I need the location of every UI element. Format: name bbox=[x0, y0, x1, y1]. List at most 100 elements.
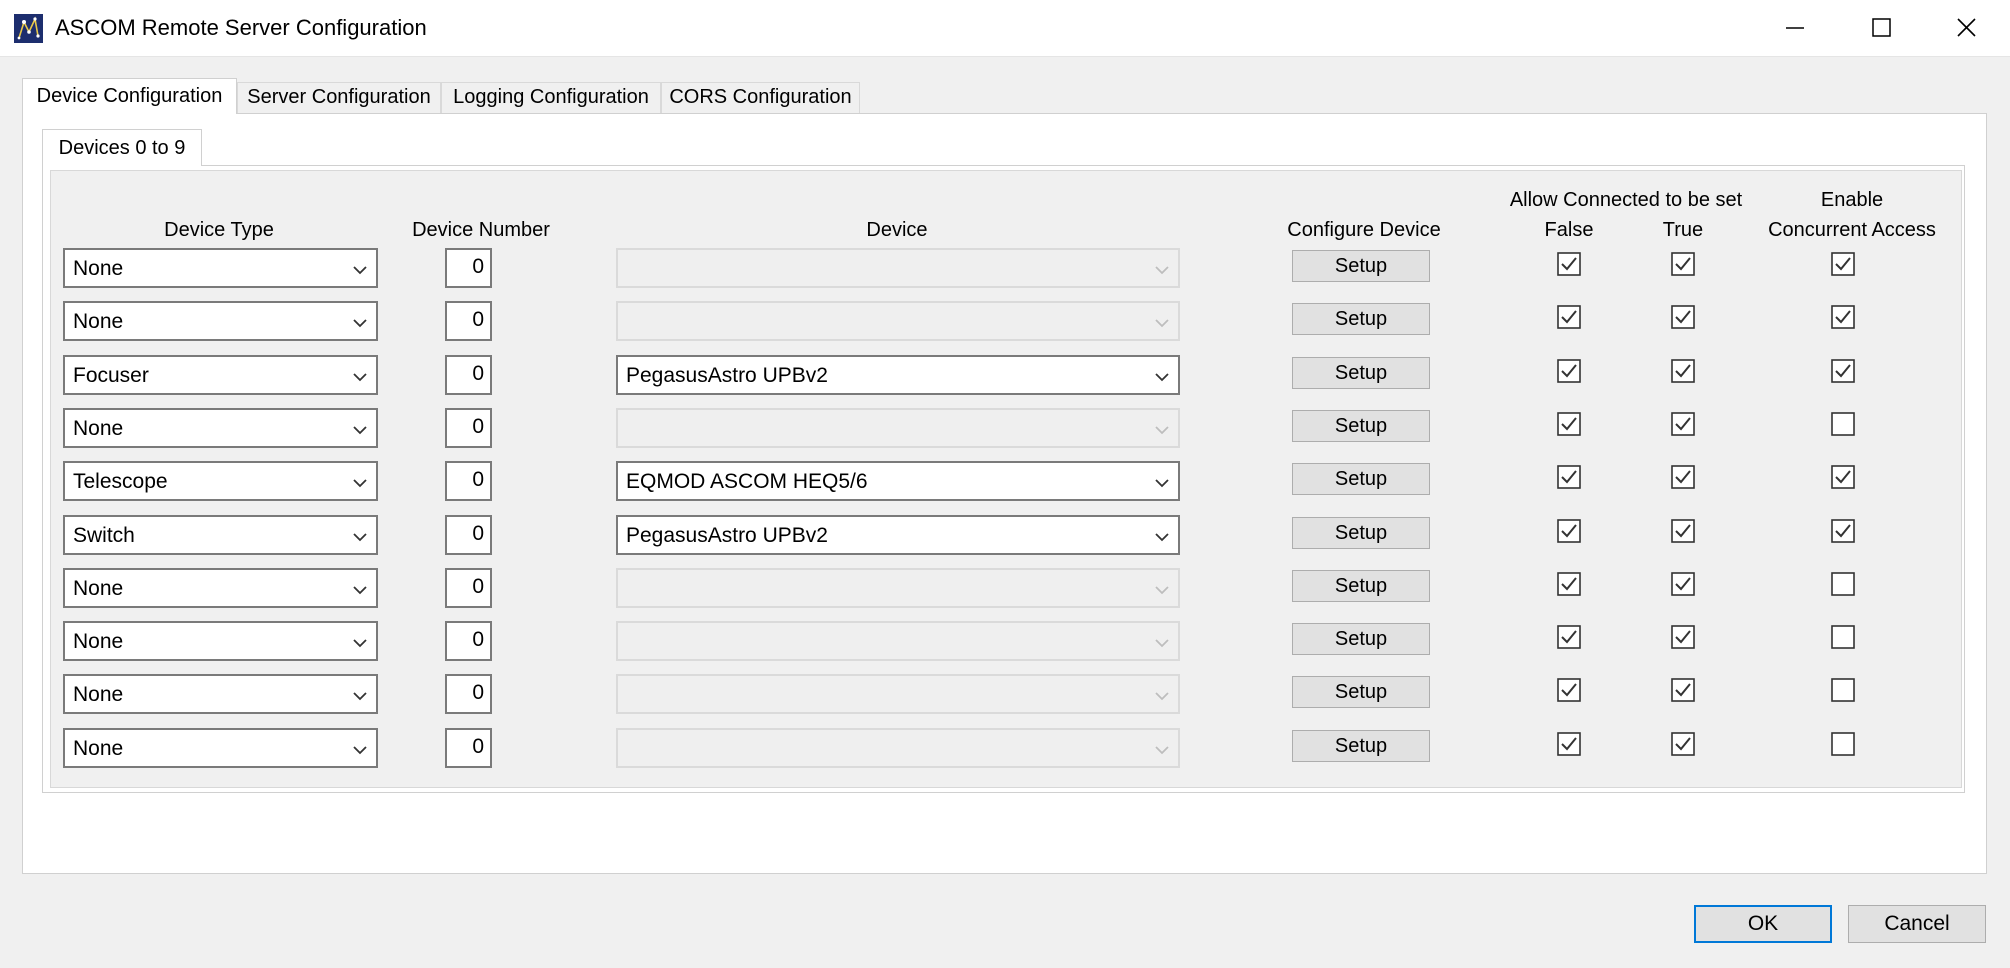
tab-cors-configuration[interactable]: CORS Configuration bbox=[661, 82, 860, 113]
device-number-field[interactable]: 0 bbox=[445, 621, 492, 661]
allow-connected-true-checkbox[interactable] bbox=[1671, 252, 1695, 276]
subtab-devices-0-9[interactable]: Devices 0 to 9 bbox=[42, 129, 202, 166]
setup-button[interactable]: Setup bbox=[1292, 623, 1430, 655]
chevron-down-icon bbox=[350, 633, 370, 653]
device-type-value: None bbox=[73, 630, 124, 653]
chevron-down-icon bbox=[1152, 527, 1172, 547]
close-icon[interactable] bbox=[1924, 0, 2008, 56]
device-select[interactable] bbox=[616, 568, 1180, 608]
device-select[interactable] bbox=[616, 408, 1180, 448]
device-number-field[interactable]: 0 bbox=[445, 355, 492, 395]
device-number-field[interactable]: 0 bbox=[445, 515, 492, 555]
header-concurrent-access: Concurrent Access bbox=[1768, 219, 1936, 241]
setup-button[interactable]: Setup bbox=[1292, 517, 1430, 549]
concurrent-access-checkbox[interactable] bbox=[1831, 305, 1855, 329]
allow-connected-false-checkbox[interactable] bbox=[1557, 359, 1581, 383]
setup-button[interactable]: Setup bbox=[1292, 730, 1430, 762]
concurrent-access-checkbox[interactable] bbox=[1831, 519, 1855, 543]
device-number-field[interactable]: 0 bbox=[445, 408, 492, 448]
tab-device-configuration[interactable]: Device Configuration bbox=[22, 78, 237, 114]
allow-connected-true-checkbox[interactable] bbox=[1671, 732, 1695, 756]
device-type-select[interactable]: Switch bbox=[63, 515, 378, 555]
tab-logging-configuration[interactable]: Logging Configuration bbox=[441, 82, 661, 113]
device-number-field[interactable]: 0 bbox=[445, 301, 492, 341]
ok-button[interactable]: OK bbox=[1694, 905, 1832, 943]
device-number-field[interactable]: 0 bbox=[445, 461, 492, 501]
device-select[interactable] bbox=[616, 728, 1180, 768]
device-type-value: Switch bbox=[73, 524, 135, 547]
device-number-field[interactable]: 0 bbox=[445, 568, 492, 608]
device-value: EQMOD ASCOM HEQ5/6 bbox=[626, 470, 868, 493]
device-type-select[interactable]: None bbox=[63, 568, 378, 608]
device-number-field[interactable]: 0 bbox=[445, 728, 492, 768]
concurrent-access-checkbox[interactable] bbox=[1831, 252, 1855, 276]
allow-connected-false-checkbox[interactable] bbox=[1557, 732, 1581, 756]
device-select[interactable]: PegasusAstro UPBv2 bbox=[616, 355, 1180, 395]
setup-button[interactable]: Setup bbox=[1292, 463, 1430, 495]
device-select[interactable] bbox=[616, 674, 1180, 714]
device-select[interactable] bbox=[616, 301, 1180, 341]
concurrent-access-checkbox[interactable] bbox=[1831, 465, 1855, 489]
chevron-down-icon bbox=[350, 313, 370, 333]
device-number-field[interactable]: 0 bbox=[445, 248, 492, 288]
header-false: False bbox=[1544, 219, 1594, 241]
setup-button[interactable]: Setup bbox=[1292, 570, 1430, 602]
device-select[interactable]: EQMOD ASCOM HEQ5/6 bbox=[616, 461, 1180, 501]
setup-button[interactable]: Setup bbox=[1292, 303, 1430, 335]
device-type-value: None bbox=[73, 577, 124, 600]
setup-button[interactable]: Setup bbox=[1292, 357, 1430, 389]
device-type-select[interactable]: None bbox=[63, 728, 378, 768]
allow-connected-false-checkbox[interactable] bbox=[1557, 572, 1581, 596]
header-configure-device: Configure Device bbox=[1287, 219, 1441, 241]
allow-connected-false-checkbox[interactable] bbox=[1557, 305, 1581, 329]
device-type-select[interactable]: Focuser bbox=[63, 355, 378, 395]
allow-connected-true-checkbox[interactable] bbox=[1671, 359, 1695, 383]
allow-connected-true-checkbox[interactable] bbox=[1671, 625, 1695, 649]
concurrent-access-checkbox[interactable] bbox=[1831, 412, 1855, 436]
tab-server-configuration[interactable]: Server Configuration bbox=[237, 82, 441, 113]
chevron-down-icon bbox=[1152, 633, 1172, 653]
allow-connected-true-checkbox[interactable] bbox=[1671, 678, 1695, 702]
device-type-select[interactable]: None bbox=[63, 301, 378, 341]
chevron-down-icon bbox=[1152, 473, 1172, 493]
allow-connected-true-checkbox[interactable] bbox=[1671, 519, 1695, 543]
maximize-icon[interactable] bbox=[1838, 0, 1922, 56]
setup-button[interactable]: Setup bbox=[1292, 250, 1430, 282]
device-select[interactable]: PegasusAstro UPBv2 bbox=[616, 515, 1180, 555]
setup-button[interactable]: Setup bbox=[1292, 676, 1430, 708]
concurrent-access-checkbox[interactable] bbox=[1831, 678, 1855, 702]
setup-button[interactable]: Setup bbox=[1292, 410, 1430, 442]
device-type-select[interactable]: None bbox=[63, 408, 378, 448]
device-row: None 0 Setup bbox=[0, 568, 2010, 610]
device-type-select[interactable]: None bbox=[63, 248, 378, 288]
device-type-select[interactable]: Telescope bbox=[63, 461, 378, 501]
chevron-down-icon bbox=[1152, 367, 1172, 387]
allow-connected-false-checkbox[interactable] bbox=[1557, 519, 1581, 543]
concurrent-access-checkbox[interactable] bbox=[1831, 625, 1855, 649]
allow-connected-false-checkbox[interactable] bbox=[1557, 678, 1581, 702]
ascom-star-icon bbox=[14, 14, 43, 43]
header-device-type: Device Type bbox=[164, 219, 274, 241]
allow-connected-false-checkbox[interactable] bbox=[1557, 625, 1581, 649]
concurrent-access-checkbox[interactable] bbox=[1831, 572, 1855, 596]
allow-connected-true-checkbox[interactable] bbox=[1671, 412, 1695, 436]
chevron-down-icon bbox=[1152, 740, 1172, 760]
device-type-select[interactable]: None bbox=[63, 674, 378, 714]
allow-connected-false-checkbox[interactable] bbox=[1557, 465, 1581, 489]
chevron-down-icon bbox=[1152, 260, 1172, 280]
device-type-value: None bbox=[73, 310, 124, 333]
device-type-select[interactable]: None bbox=[63, 621, 378, 661]
minimize-icon[interactable] bbox=[1752, 0, 1836, 56]
allow-connected-false-checkbox[interactable] bbox=[1557, 252, 1581, 276]
allow-connected-true-checkbox[interactable] bbox=[1671, 305, 1695, 329]
cancel-button[interactable]: Cancel bbox=[1848, 905, 1986, 943]
device-number-field[interactable]: 0 bbox=[445, 674, 492, 714]
allow-connected-true-checkbox[interactable] bbox=[1671, 465, 1695, 489]
concurrent-access-checkbox[interactable] bbox=[1831, 359, 1855, 383]
allow-connected-true-checkbox[interactable] bbox=[1671, 572, 1695, 596]
device-select[interactable] bbox=[616, 621, 1180, 661]
allow-connected-false-checkbox[interactable] bbox=[1557, 412, 1581, 436]
header-true: True bbox=[1662, 219, 1704, 241]
device-select[interactable] bbox=[616, 248, 1180, 288]
concurrent-access-checkbox[interactable] bbox=[1831, 732, 1855, 756]
